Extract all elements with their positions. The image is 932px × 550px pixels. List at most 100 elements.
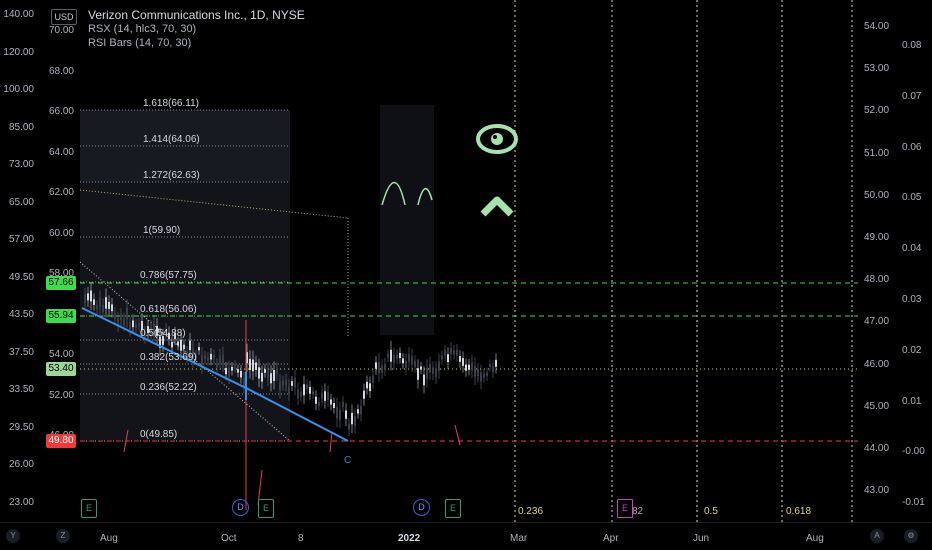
axis-tick: 57.00 — [8, 234, 34, 245]
candle-body — [486, 372, 488, 377]
candle-body — [198, 347, 200, 351]
candle-body — [96, 305, 98, 309]
candle-body — [84, 294, 86, 303]
candle-body — [462, 358, 464, 366]
axis-tick: 0.08 — [902, 40, 922, 51]
fib-level-label: 1.272(62.63) — [143, 170, 200, 181]
time-axis[interactable]: Y Z Aug Oct 8 2022 Mar Apr Jun Aug A ⚙ — [0, 522, 932, 550]
candle-body — [264, 369, 266, 373]
candle-body — [384, 363, 386, 371]
axis-tick: 0.01 — [902, 395, 922, 407]
candle-body — [456, 349, 458, 356]
axis-tick: 60.00 — [48, 227, 74, 239]
fib-level-label: 0.618(56.06) — [140, 304, 197, 315]
axis-tick: 120.00 — [3, 46, 34, 58]
time-label-oct: Oct — [221, 533, 237, 544]
dividend-event-icon[interactable]: D — [413, 499, 430, 516]
candle-body — [387, 354, 389, 358]
eye-icon[interactable] — [476, 124, 518, 154]
chart-root[interactable]: Verizon Communications Inc., 1D, NYSE RS… — [0, 0, 932, 550]
price-chart[interactable] — [0, 0, 932, 522]
candle-body — [294, 377, 296, 388]
axis-tick: 49.50 — [8, 271, 34, 283]
candle-body — [225, 368, 227, 375]
candle-body — [393, 354, 395, 363]
fib-level-label: 0(49.85) — [140, 429, 178, 440]
candle-body — [102, 304, 104, 313]
candle-body — [354, 416, 356, 426]
candle-body — [369, 383, 371, 392]
indicator-axis[interactable]: 0.08 0.07 0.06 0.05 0.04 0.03 0.02 0.01 -0.00 -0.… — [898, 0, 932, 522]
axis-tick: 26.00 — [8, 459, 34, 470]
candle-body — [114, 313, 116, 319]
candle-body — [120, 314, 122, 321]
fib-time-label-05: 0.5 — [704, 506, 718, 517]
candle-body — [258, 367, 260, 379]
candle-body — [321, 392, 323, 400]
candle-body — [426, 367, 428, 379]
dividend-event-icon[interactable]: D — [232, 499, 249, 516]
axis-tick: 49.00 — [864, 232, 890, 243]
candle-body — [408, 354, 410, 362]
candle-body — [351, 412, 353, 425]
axis-tick: 52.00 — [48, 389, 74, 401]
axis-tick: 73.00 — [8, 159, 34, 170]
corner-button-y[interactable]: Y — [6, 529, 20, 543]
candle-body — [306, 384, 308, 389]
candle-body — [330, 399, 332, 405]
earnings-event-icon[interactable]: E — [258, 499, 274, 518]
indicator-rsx[interactable]: RSX (14, hlc3, 70, 30) — [88, 22, 305, 36]
upcoming-earnings-icon[interactable]: E — [617, 499, 633, 518]
candle-body — [93, 299, 95, 305]
price-badge-57-66: 57.66 — [46, 276, 76, 290]
axis-tick: 45.00 — [864, 400, 890, 412]
candle-body — [288, 386, 290, 394]
candle-body — [489, 363, 491, 367]
candle-body — [405, 360, 407, 369]
candle-body — [291, 381, 293, 386]
corner-button-z[interactable]: Z — [56, 529, 70, 543]
candle-body — [495, 359, 497, 367]
candle-body — [303, 384, 305, 396]
candle-body — [252, 359, 254, 372]
candle-body — [135, 323, 137, 329]
candle-body — [228, 367, 230, 377]
candle-body — [468, 364, 470, 370]
axis-tick: 53.00 — [864, 63, 890, 75]
candle-body — [108, 301, 110, 309]
candle-body — [417, 368, 419, 380]
left-overlay-price-axis[interactable]: 140.00 120.00 100.00 85.00 73.00 65.00 57.00 49… — [0, 0, 38, 522]
earnings-event-icon[interactable]: E — [81, 499, 97, 518]
price-badge-53-40: 53.40 — [46, 362, 76, 376]
candle-body — [123, 318, 125, 325]
candle-body — [231, 366, 233, 371]
candle-body — [129, 322, 131, 330]
candle-body — [411, 356, 413, 365]
axis-tick: 100.00 — [3, 84, 34, 95]
fib-level-label: 1(59.90) — [143, 225, 181, 236]
candle-body — [267, 369, 269, 379]
axis-tick: 0.04 — [902, 243, 922, 255]
corner-button-a[interactable]: A — [870, 529, 884, 543]
chevron-up-icon[interactable] — [480, 196, 514, 217]
fib-level-label: 0.382(53.69) — [140, 352, 197, 363]
fib-level-label: 0.5(54.88) — [140, 328, 186, 339]
candle-body — [204, 355, 206, 360]
candle-body — [360, 405, 362, 415]
candle-body — [105, 297, 107, 309]
candle-body — [441, 355, 443, 360]
candle-body — [492, 366, 494, 373]
axis-tick: 44.00 — [864, 443, 890, 454]
axis-tick: 68.00 — [48, 65, 74, 77]
settings-gear-icon[interactable]: ⚙ — [904, 529, 918, 543]
symbol-title[interactable]: Verizon Communications Inc., 1D, NYSE — [88, 8, 305, 22]
right-price-axis[interactable]: 54.00 53.00 52.00 51.00 50.00 49.00 48.00 47.00… — [858, 0, 898, 538]
candle-body — [390, 349, 392, 362]
earnings-event-icon[interactable]: E — [445, 499, 461, 518]
indicator-rsi-bars[interactable]: RSI Bars (14, 70, 30) — [88, 36, 305, 50]
candle-body — [399, 352, 401, 359]
axis-tick: 85.00 — [8, 121, 34, 133]
axis-tick: 33.50 — [8, 384, 34, 395]
time-label-8: 8 — [298, 533, 304, 544]
candle-body — [420, 366, 422, 370]
